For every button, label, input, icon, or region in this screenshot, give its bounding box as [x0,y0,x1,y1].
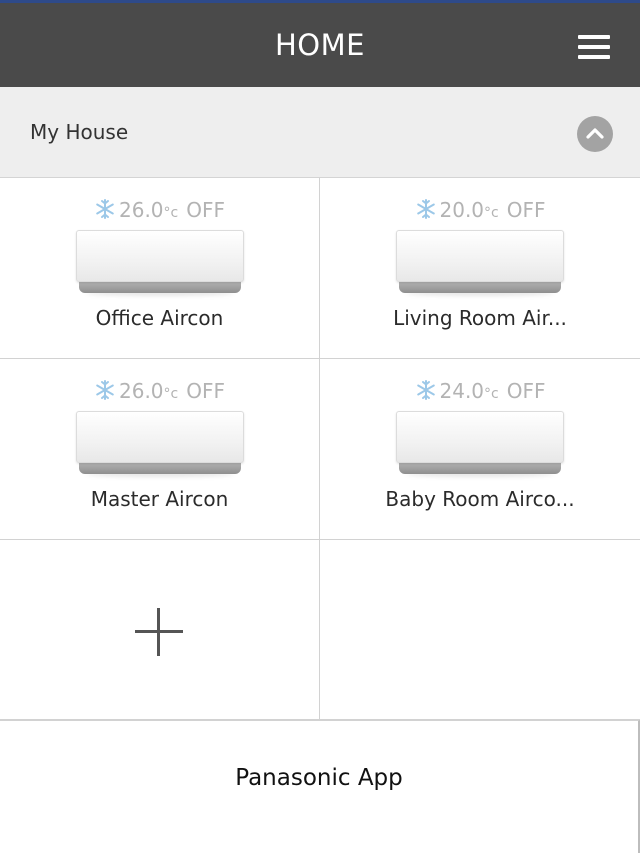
device-tile[interactable]: 20.0°c OFF Living Room Air... [320,178,640,359]
footer-app-link[interactable]: Panasonic App [0,765,638,791]
device-tile[interactable]: 26.0°c OFF Office Aircon [0,178,320,359]
temperature-value: 26.0 [119,198,164,222]
page-title: HOME [275,28,365,62]
device-tile[interactable]: 24.0°c OFF Baby Room Airco... [320,359,640,540]
app-header: HOME [0,3,640,87]
temperature-unit: °c [163,386,179,402]
add-device-tile[interactable] [0,540,320,720]
temperature-unit: °c [163,205,179,221]
aircon-unit-image [396,411,564,477]
device-name: Master Aircon [90,487,229,511]
snowflake-icon [96,199,114,219]
temperature-value: 20.0 [439,198,485,222]
footer-bar: Panasonic App [0,720,640,853]
hamburger-menu-icon[interactable] [574,33,614,61]
snowflake-icon [416,199,435,219]
temperature-value: 24.0 [439,379,485,403]
group-header[interactable]: My House [0,87,640,178]
snowflake-icon [416,380,435,400]
device-status: 26.0°c OFF [0,198,319,226]
aircon-unit-image [76,411,244,477]
device-grid: 26.0°c OFF Office Aircon 20.0°c OFF Living… [0,178,640,720]
power-state: OFF [186,198,225,222]
plus-icon[interactable] [135,608,183,656]
device-status: 20.0°c OFF [320,198,640,226]
power-state: OFF [506,379,546,403]
power-state: OFF [186,379,225,403]
temperature-value: 26.0 [119,379,164,403]
power-state: OFF [506,198,546,222]
aircon-unit-image [76,230,244,296]
temperature-unit: °c [484,386,499,402]
empty-tile [320,540,640,720]
device-name: Baby Room Airco... [385,487,575,511]
chevron-up-icon[interactable] [577,116,613,152]
snowflake-icon [96,380,114,400]
temperature-unit: °c [484,205,499,221]
device-name: Living Room Air... [393,306,567,330]
group-name: My House [30,120,129,144]
device-name: Office Aircon [95,306,224,330]
device-status: 24.0°c OFF [320,379,640,407]
aircon-unit-image [396,230,564,296]
device-status: 26.0°c OFF [0,379,319,407]
device-tile[interactable]: 26.0°c OFF Master Aircon [0,359,320,540]
